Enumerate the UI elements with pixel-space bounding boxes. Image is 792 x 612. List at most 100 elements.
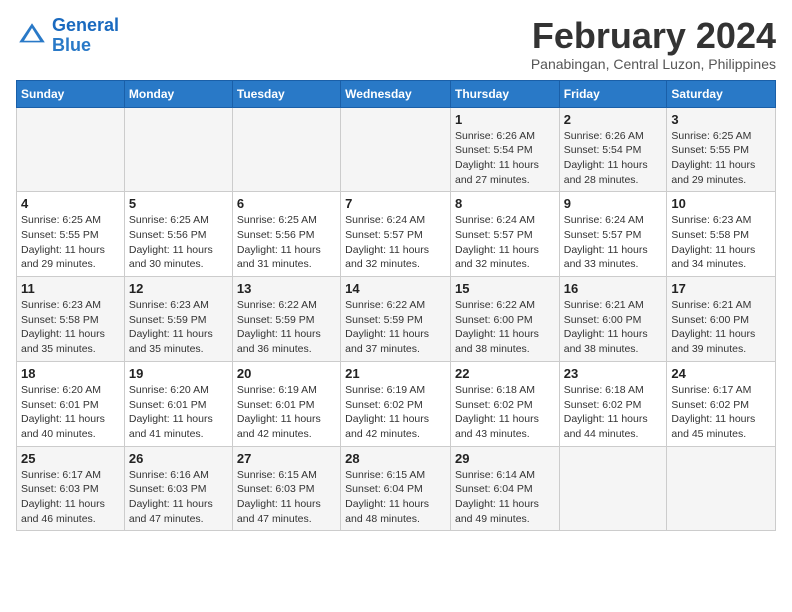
calendar-week-row: 25 Sunrise: 6:17 AM Sunset: 6:03 PM Dayli… [17, 446, 776, 531]
day-info: Sunrise: 6:21 AM Sunset: 6:00 PM Dayligh… [564, 298, 663, 357]
calendar-cell: 26 Sunrise: 6:16 AM Sunset: 6:03 PM Dayli… [124, 446, 232, 531]
day-info: Sunrise: 6:22 AM Sunset: 6:00 PM Dayligh… [455, 298, 555, 357]
day-info: Sunrise: 6:23 AM Sunset: 5:58 PM Dayligh… [671, 213, 771, 272]
day-number: 5 [129, 196, 228, 211]
month-title: February 2024 [531, 16, 776, 56]
subtitle: Panabingan, Central Luzon, Philippines [531, 56, 776, 72]
weekday-header: Sunday [17, 80, 125, 107]
day-number: 29 [455, 451, 555, 466]
day-info: Sunrise: 6:18 AM Sunset: 6:02 PM Dayligh… [564, 383, 663, 442]
day-info: Sunrise: 6:24 AM Sunset: 5:57 PM Dayligh… [564, 213, 663, 272]
day-number: 25 [21, 451, 120, 466]
title-area: February 2024 Panabingan, Central Luzon,… [531, 16, 776, 72]
day-info: Sunrise: 6:23 AM Sunset: 5:59 PM Dayligh… [129, 298, 228, 357]
day-info: Sunrise: 6:15 AM Sunset: 6:04 PM Dayligh… [345, 468, 446, 527]
calendar-cell: 8Sunrise: 6:24 AM Sunset: 5:57 PM Daylig… [450, 192, 559, 277]
calendar-cell: 1Sunrise: 6:26 AM Sunset: 5:54 PM Daylig… [450, 107, 559, 192]
day-number: 6 [237, 196, 336, 211]
day-info: Sunrise: 6:15 AM Sunset: 6:03 PM Dayligh… [237, 468, 336, 527]
day-info: Sunrise: 6:21 AM Sunset: 6:00 PM Dayligh… [671, 298, 771, 357]
weekday-header-row: SundayMondayTuesdayWednesdayThursdayFrid… [17, 80, 776, 107]
calendar-cell: 18Sunrise: 6:20 AM Sunset: 6:01 PM Dayli… [17, 361, 125, 446]
calendar-cell: 28 Sunrise: 6:15 AM Sunset: 6:04 PM Dayli… [341, 446, 451, 531]
day-number: 11 [21, 281, 120, 296]
day-info: Sunrise: 6:20 AM Sunset: 6:01 PM Dayligh… [129, 383, 228, 442]
day-number: 17 [671, 281, 771, 296]
calendar-cell: 4Sunrise: 6:25 AM Sunset: 5:55 PM Daylig… [17, 192, 125, 277]
day-number: 20 [237, 366, 336, 381]
day-info: Sunrise: 6:20 AM Sunset: 6:01 PM Dayligh… [21, 383, 120, 442]
calendar-week-row: 18Sunrise: 6:20 AM Sunset: 6:01 PM Dayli… [17, 361, 776, 446]
day-info: Sunrise: 6:14 AM Sunset: 6:04 PM Dayligh… [455, 468, 555, 527]
day-info: Sunrise: 6:17 AM Sunset: 6:02 PM Dayligh… [671, 383, 771, 442]
calendar-cell [667, 446, 776, 531]
calendar-cell: 19Sunrise: 6:20 AM Sunset: 6:01 PM Dayli… [124, 361, 232, 446]
weekday-header: Friday [559, 80, 667, 107]
calendar-cell: 11Sunrise: 6:23 AM Sunset: 5:58 PM Dayli… [17, 277, 125, 362]
calendar-cell: 20 Sunrise: 6:19 AM Sunset: 6:01 PM Dayli… [232, 361, 340, 446]
day-info: Sunrise: 6:25 AM Sunset: 5:55 PM Dayligh… [671, 129, 771, 188]
calendar-cell: 13 Sunrise: 6:22 AM Sunset: 5:59 PM Dayli… [232, 277, 340, 362]
day-info: Sunrise: 6:25 AM Sunset: 5:55 PM Dayligh… [21, 213, 120, 272]
calendar-cell: 7 Sunrise: 6:24 AM Sunset: 5:57 PM Daylig… [341, 192, 451, 277]
calendar-cell: 9 Sunrise: 6:24 AM Sunset: 5:57 PM Daylig… [559, 192, 667, 277]
calendar-cell [559, 446, 667, 531]
day-number: 8 [455, 196, 555, 211]
day-number: 26 [129, 451, 228, 466]
day-info: Sunrise: 6:17 AM Sunset: 6:03 PM Dayligh… [21, 468, 120, 527]
day-number: 16 [564, 281, 663, 296]
calendar-cell: 2 Sunrise: 6:26 AM Sunset: 5:54 PM Daylig… [559, 107, 667, 192]
day-number: 28 [345, 451, 446, 466]
day-number: 24 [671, 366, 771, 381]
day-info: Sunrise: 6:24 AM Sunset: 5:57 PM Dayligh… [345, 213, 446, 272]
calendar-cell: 21 Sunrise: 6:19 AM Sunset: 6:02 PM Dayli… [341, 361, 451, 446]
day-number: 7 [345, 196, 446, 211]
weekday-header: Wednesday [341, 80, 451, 107]
day-info: Sunrise: 6:19 AM Sunset: 6:01 PM Dayligh… [237, 383, 336, 442]
calendar-week-row: 11Sunrise: 6:23 AM Sunset: 5:58 PM Dayli… [17, 277, 776, 362]
calendar-cell: 5Sunrise: 6:25 AM Sunset: 5:56 PM Daylig… [124, 192, 232, 277]
calendar-cell: 25 Sunrise: 6:17 AM Sunset: 6:03 PM Dayli… [17, 446, 125, 531]
day-number: 23 [564, 366, 663, 381]
calendar-cell: 23 Sunrise: 6:18 AM Sunset: 6:02 PM Dayli… [559, 361, 667, 446]
weekday-header: Monday [124, 80, 232, 107]
calendar-cell: 15 Sunrise: 6:22 AM Sunset: 6:00 PM Dayli… [450, 277, 559, 362]
calendar-week-row: 4Sunrise: 6:25 AM Sunset: 5:55 PM Daylig… [17, 192, 776, 277]
logo-text: General Blue [52, 16, 119, 56]
day-number: 1 [455, 112, 555, 127]
day-number: 21 [345, 366, 446, 381]
day-info: Sunrise: 6:22 AM Sunset: 5:59 PM Dayligh… [345, 298, 446, 357]
calendar-cell [341, 107, 451, 192]
calendar-table: SundayMondayTuesdayWednesdayThursdayFrid… [16, 80, 776, 532]
logo-line2: Blue [52, 35, 91, 55]
weekday-header: Tuesday [232, 80, 340, 107]
calendar-cell: 29 Sunrise: 6:14 AM Sunset: 6:04 PM Dayli… [450, 446, 559, 531]
calendar-cell: 16 Sunrise: 6:21 AM Sunset: 6:00 PM Dayli… [559, 277, 667, 362]
day-info: Sunrise: 6:25 AM Sunset: 5:56 PM Dayligh… [237, 213, 336, 272]
day-number: 12 [129, 281, 228, 296]
weekday-header: Saturday [667, 80, 776, 107]
calendar-cell: 22 Sunrise: 6:18 AM Sunset: 6:02 PM Dayli… [450, 361, 559, 446]
day-number: 27 [237, 451, 336, 466]
day-info: Sunrise: 6:19 AM Sunset: 6:02 PM Dayligh… [345, 383, 446, 442]
day-number: 13 [237, 281, 336, 296]
calendar-week-row: 1 Sunrise: 6:26 AM Sunset: 5:54 PM Daylig… [17, 107, 776, 192]
day-info: Sunrise: 6:16 AM Sunset: 6:03 PM Dayligh… [129, 468, 228, 527]
day-number: 22 [455, 366, 555, 381]
day-number: 2 [564, 112, 663, 127]
day-info: Sunrise: 6:26 AM Sunset: 5:54 PM Dayligh… [564, 129, 663, 188]
weekday-header: Thursday [450, 80, 559, 107]
day-number: 9 [564, 196, 663, 211]
day-number: 15 [455, 281, 555, 296]
calendar-cell: 24 Sunrise: 6:17 AM Sunset: 6:02 PM Dayli… [667, 361, 776, 446]
calendar-cell [232, 107, 340, 192]
day-info: Sunrise: 6:22 AM Sunset: 5:59 PM Dayligh… [237, 298, 336, 357]
day-info: Sunrise: 6:18 AM Sunset: 6:02 PM Dayligh… [455, 383, 555, 442]
day-number: 10 [671, 196, 771, 211]
calendar-cell: 14Sunrise: 6:22 AM Sunset: 5:59 PM Dayli… [341, 277, 451, 362]
logo-line1: General [52, 15, 119, 35]
day-number: 3 [671, 112, 771, 127]
calendar-cell: 12 Sunrise: 6:23 AM Sunset: 5:59 PM Dayli… [124, 277, 232, 362]
calendar-cell: 27 Sunrise: 6:15 AM Sunset: 6:03 PM Dayli… [232, 446, 340, 531]
calendar-cell: 6 Sunrise: 6:25 AM Sunset: 5:56 PM Daylig… [232, 192, 340, 277]
